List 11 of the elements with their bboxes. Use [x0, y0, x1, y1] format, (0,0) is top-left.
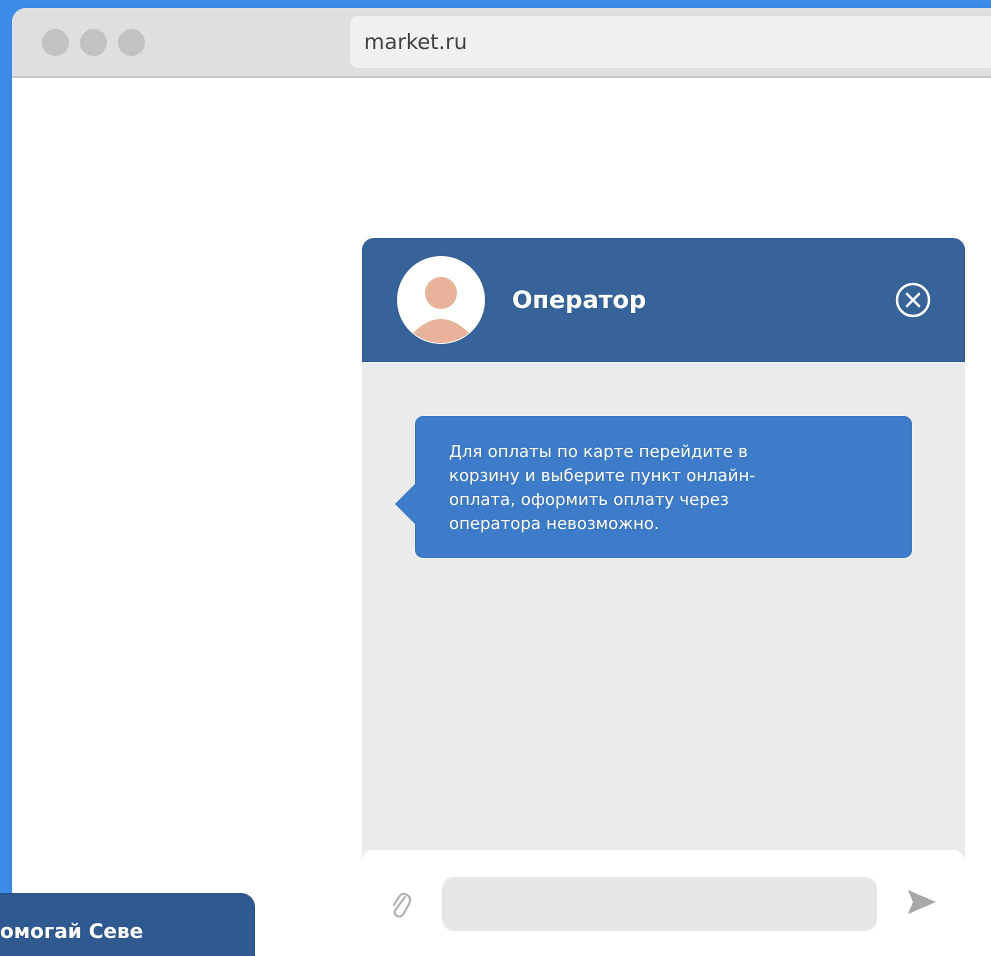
address-bar[interactable]: market.ru — [350, 16, 991, 68]
close-icon[interactable] — [895, 282, 931, 318]
window-control-icon[interactable] — [118, 28, 145, 56]
window-control-icon[interactable] — [80, 28, 107, 56]
window-control-icon[interactable] — [42, 28, 69, 56]
bubble-tail — [395, 484, 415, 524]
message-input-field[interactable] — [442, 877, 877, 931]
avatar-icon — [396, 255, 486, 345]
chat-title: Оператор — [512, 286, 648, 314]
send-icon[interactable] — [907, 889, 937, 915]
side-tab[interactable]: омогай Севе — [0, 893, 255, 956]
